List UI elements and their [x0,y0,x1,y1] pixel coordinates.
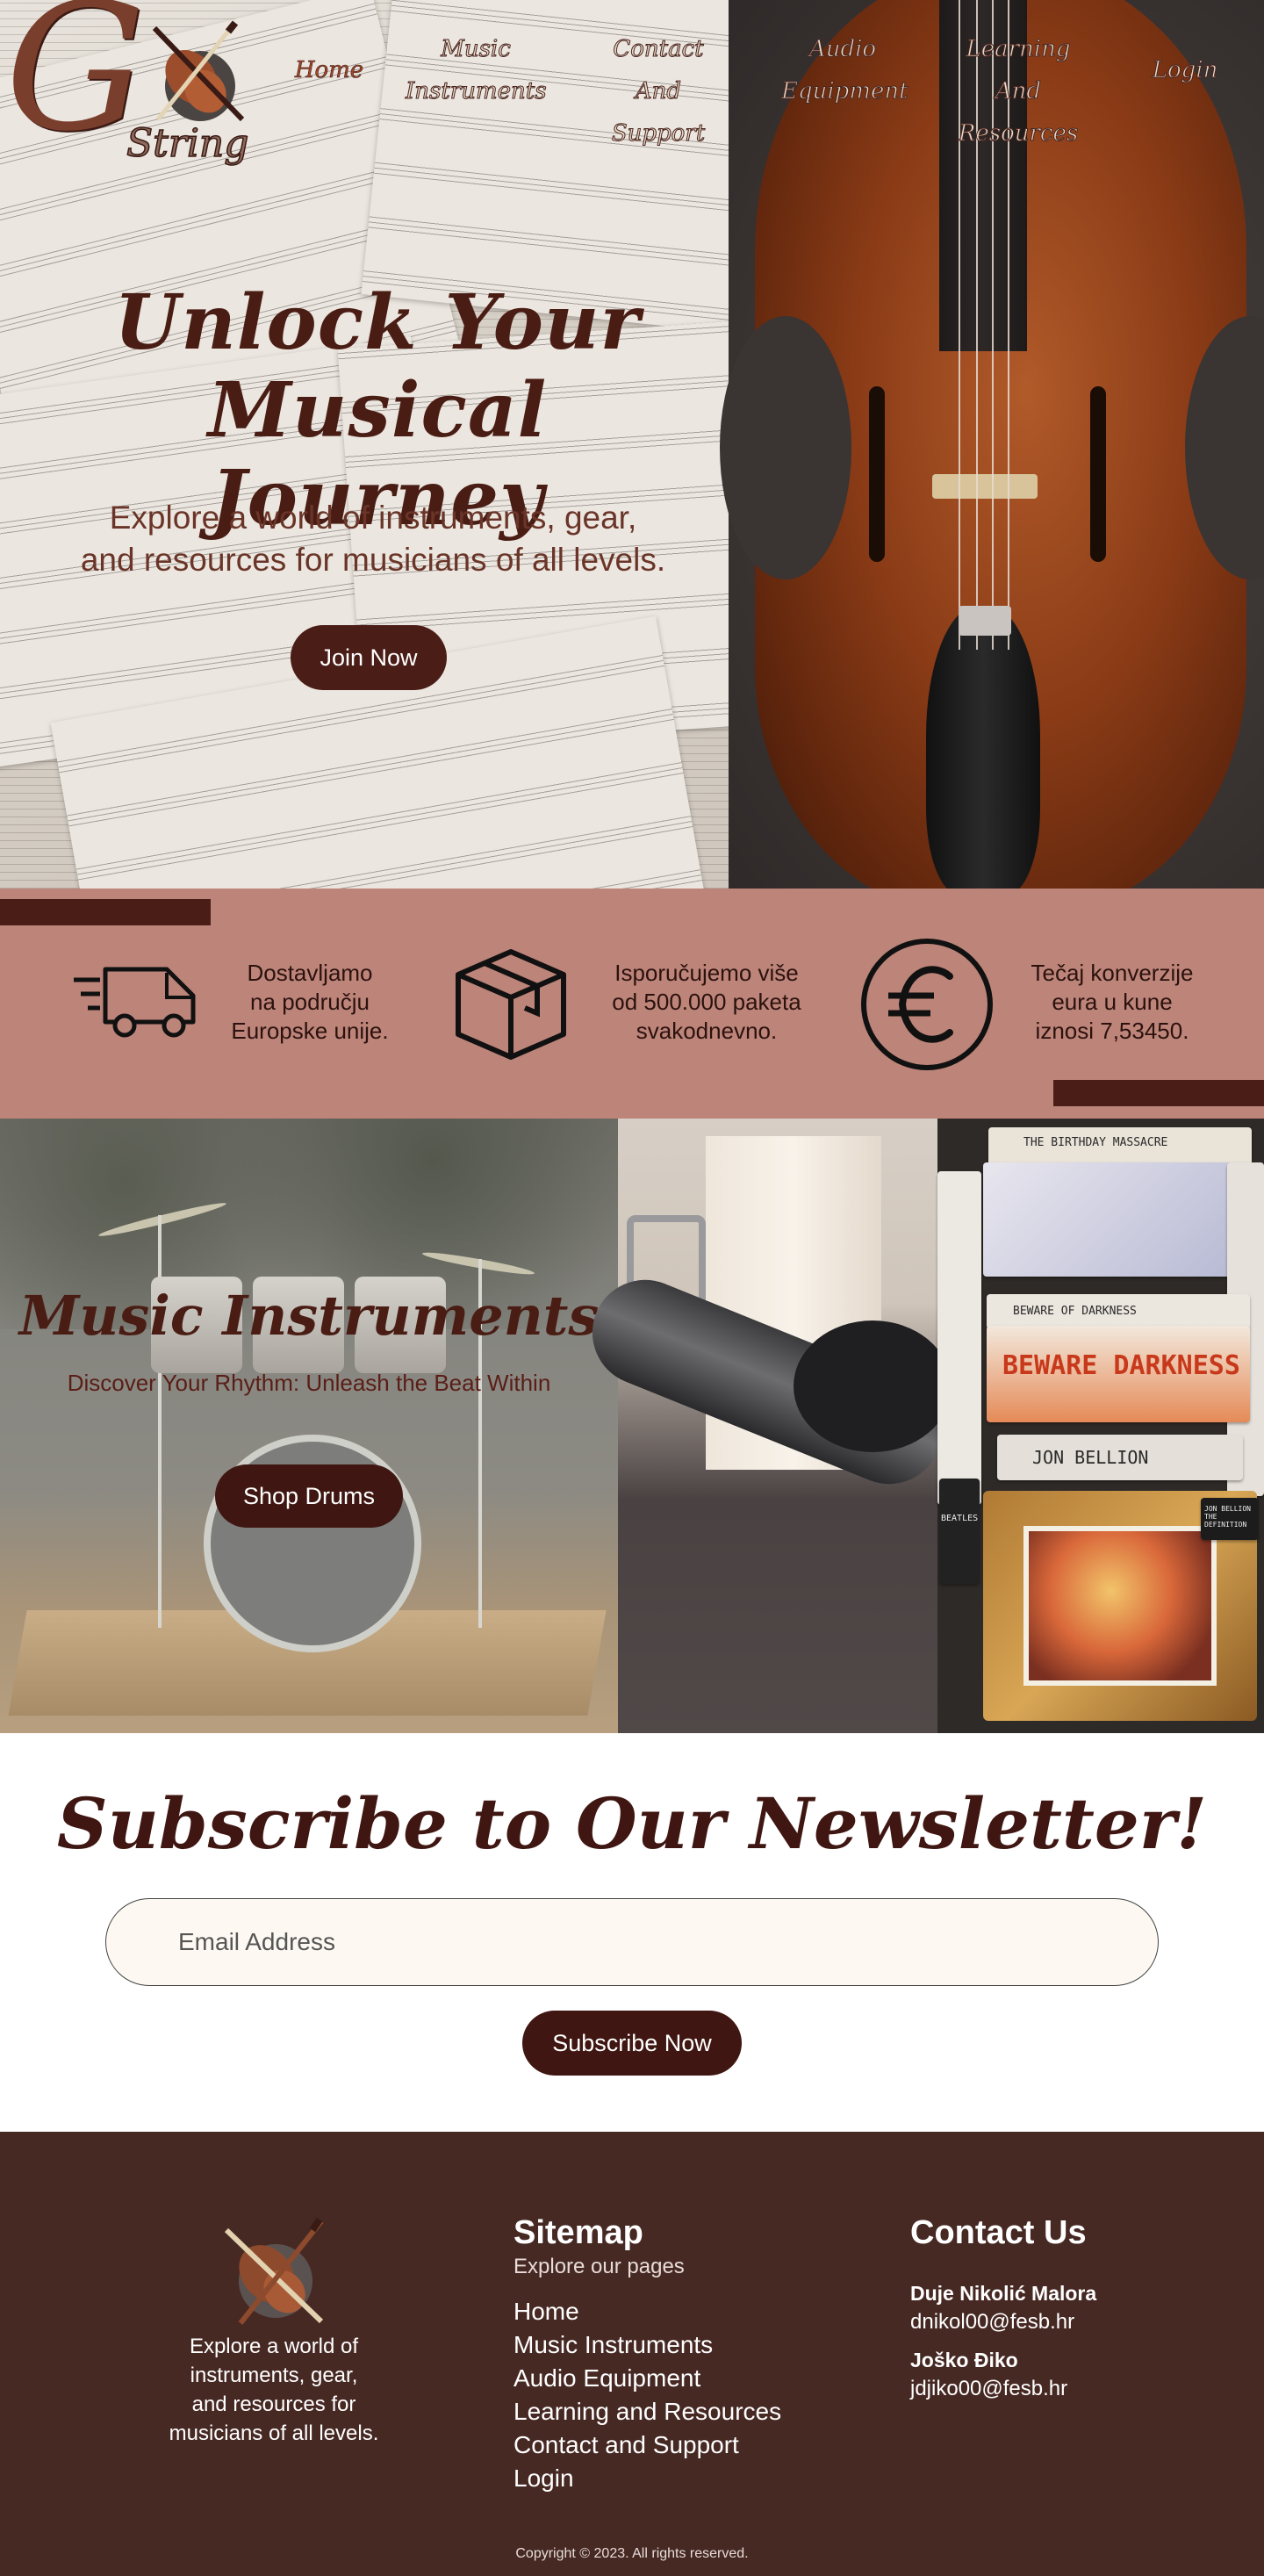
footer-link-audio-equipment[interactable]: Audio Equipment [514,2362,781,2395]
shop-drums-button[interactable]: Shop Drums [215,1464,403,1528]
nav-learning-resources[interactable]: Learning And Resources [939,28,1097,155]
violin-logo-icon [152,20,245,122]
join-now-button[interactable]: Join Now [291,625,447,690]
footer-link-login[interactable]: Login [514,2462,781,2495]
sitemap-heading: Sitemap [514,2214,643,2251]
logo-letter: G [5,0,146,170]
footer-link-home[interactable]: Home [514,2295,781,2328]
contact-email[interactable]: dnikol00@fesb.hr [910,2307,1096,2337]
contact-name: Joško Điko [910,2349,1018,2371]
delivery-truck-icon [74,967,196,1038]
feature-text: Tečaj konverzije eura u kune iznosi 7,53… [1031,960,1194,1044]
contact-name: Duje Nikolić Malora [910,2282,1097,2305]
package-box-icon [456,949,566,1060]
drums-category-card: Music Instruments Discover Your Rhythm: … [0,1119,618,1733]
category-title: Music Instruments [18,1284,600,1348]
contact-list: Duje Nikolić Malora dnikol00@fesb.hr Još… [910,2279,1096,2413]
newsletter-section: Subscribe to Our Newsletter! Subscribe N… [0,1733,1264,2132]
logo-wordmark: String [126,120,249,167]
site-logo[interactable]: G String [5,0,260,195]
sitemap-links: Home Music Instruments Audio Equipment L… [514,2295,781,2495]
feature-text: Dostavljamo na području Europske unije. [231,960,389,1044]
audio-equipment-image[interactable] [576,1119,959,1733]
hero-section: G String Home Music Instruments Contact … [0,0,1264,889]
site-footer: Explore a world of instruments, gear, an… [0,2132,1264,2576]
feature-packages: Isporučujemo više od 500.000 paketa svak… [413,889,851,1119]
copyright: Copyright © 2023. All rights reserved. [515,2546,749,2561]
vinyl-records-image[interactable]: THE BIRTHDAY MASSACRE BEWARE OF DARKNESS… [937,1119,1264,1733]
category-subtitle: Discover Your Rhythm: Unleash the Beat W… [67,1370,551,1396]
footer-about: Explore a world of instruments, gear, an… [169,2335,379,2445]
nav-contact-support[interactable]: Contact And Support [588,28,729,155]
categories-section: Music Instruments Discover Your Rhythm: … [0,1119,1264,1733]
features-strip: Dostavljamo na području Europske unije. … [0,889,1264,1119]
feature-delivery: Dostavljamo na području Europske unije. [0,889,413,1119]
feature-exchange-rate: Tečaj konverzije eura u kune iznosi 7,53… [851,889,1264,1119]
nav-home[interactable]: Home [290,49,369,91]
nav-login[interactable]: Login [1141,49,1229,91]
contact-heading: Contact Us [910,2214,1087,2251]
nav-music-instruments[interactable]: Music Instruments [406,28,548,112]
footer-link-music-instruments[interactable]: Music Instruments [514,2328,781,2362]
hero-subtitle: Explore a world of instruments, gear, an… [80,500,666,578]
main-nav: Home Music Instruments Contact And Suppo… [290,36,1264,148]
nav-audio-equipment[interactable]: Audio Equipment [781,28,909,112]
euro-coin-icon [861,939,993,1070]
email-input[interactable] [105,1898,1159,1986]
sitemap-subtitle: Explore our pages [514,2255,685,2278]
footer-link-learning-resources[interactable]: Learning and Resources [514,2395,781,2428]
feature-text: Isporučujemo više od 500.000 paketa svak… [612,960,801,1044]
subscribe-button[interactable]: Subscribe Now [522,2011,742,2076]
footer-link-contact-support[interactable]: Contact and Support [514,2428,781,2462]
newsletter-title: Subscribe to Our Newsletter! [56,1782,1208,1865]
contact-email[interactable]: jdjiko00@fesb.hr [910,2374,1096,2404]
violin-logo-icon[interactable] [214,2213,334,2332]
